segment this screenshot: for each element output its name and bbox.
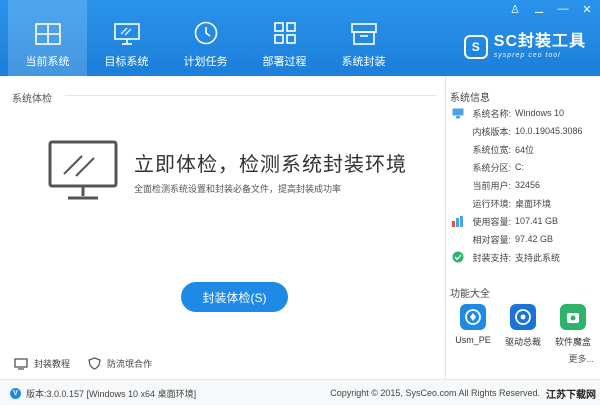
tab-label: 部署过程	[262, 56, 307, 68]
minimize-icon[interactable]: —	[556, 3, 570, 16]
windows-icon	[34, 23, 61, 45]
page-subtitle: 全面检测系统设置和封装必备文件，提高封装成功率	[134, 184, 342, 194]
main-tabs: 当前系统 目标系统 计划任务 部署过程 系统封装	[8, 0, 403, 76]
tab-current-system[interactable]: 当前系统	[8, 0, 87, 76]
monitor-illustration-icon	[48, 140, 118, 200]
system-check-button[interactable]: 封装体检(S)	[181, 282, 288, 312]
function-apps: Usm_PE 驱动总裁 软件魔盒	[455, 304, 591, 348]
close-icon[interactable]: ✕	[580, 3, 594, 16]
more-link[interactable]: 更多...	[568, 352, 594, 365]
functions-title: 功能大全	[450, 289, 490, 300]
version-info: V 版本:3.0.0.157 [Windows 10 x64 桌面环境]	[10, 387, 196, 400]
tab-label: 系统封装	[341, 56, 386, 68]
info-key: 系统位宽:	[472, 144, 511, 155]
info-value: 桌面环境	[515, 198, 552, 209]
info-row: 相对容量: 97.42 GB	[451, 230, 597, 248]
software-box-icon	[560, 304, 586, 330]
tab-label: 计划任务	[183, 56, 228, 68]
divider	[65, 95, 437, 96]
logo-subtitle: sysprep ceo tool	[493, 52, 561, 59]
info-key: 当前用户:	[472, 180, 511, 191]
skin-icon[interactable]: ⚊	[532, 3, 546, 16]
footer-links: 封装教程 防流氓合作	[14, 357, 152, 370]
tutorial-icon	[14, 357, 28, 370]
app-driver-president[interactable]: 驱动总裁	[505, 304, 541, 348]
info-key: 内核版本:	[472, 126, 511, 137]
section-label: 系统体检	[12, 94, 52, 105]
info-row: 当前用户: 32456	[451, 176, 597, 194]
tab-system-package[interactable]: 系统封装	[324, 0, 403, 76]
package-icon	[350, 23, 377, 45]
window-controls: ♙ ⚊ — ✕	[508, 3, 594, 16]
deploy-icon	[273, 22, 296, 44]
check-circle-icon	[452, 251, 464, 263]
tab-deploy-process[interactable]: 部署过程	[245, 0, 324, 76]
app-label: Usm_PE	[455, 335, 491, 345]
driver-icon	[510, 304, 536, 330]
info-value: 97.42 GB	[515, 234, 554, 244]
system-info-list: 系统名称: Windows 10 内核版本: 10.0.19045.3086 系…	[451, 104, 597, 266]
watermark-text: 江苏下载网	[546, 390, 596, 401]
info-value: 支持此系统	[515, 252, 561, 263]
info-row: 系统名称: Windows 10	[451, 104, 597, 122]
app-usm-pe[interactable]: Usm_PE	[455, 304, 491, 348]
link-label: 防流氓合作	[107, 359, 153, 369]
tab-scheduled-tasks[interactable]: 计划任务	[166, 0, 245, 76]
status-bar: V 版本:3.0.0.157 [Windows 10 x64 桌面环境] Cop…	[0, 379, 600, 405]
link-label: 封装教程	[34, 359, 71, 369]
system-info-panel: 系统信息 系统名称: Windows 10 内核版本: 10.0.19045.3…	[447, 76, 600, 379]
info-key: 使用容量:	[472, 216, 511, 227]
shield-icon	[88, 357, 101, 370]
info-key: 运行环境:	[472, 198, 511, 209]
info-key: 系统分区:	[472, 162, 511, 173]
system-check-panel: 系统体检 立即体检，检测系统封装环境 全面检测系统设置和封装必备文件，提高封装成…	[0, 76, 446, 379]
anti-rogue-link[interactable]: 防流氓合作	[88, 357, 152, 370]
bar-chart-icon	[452, 215, 463, 227]
version-icon: V	[10, 388, 21, 399]
monitor-icon	[452, 108, 464, 118]
logo-title: SC封装工具	[493, 33, 586, 50]
copyright-text: Copyright © 2015, SysCeo.com All Rights …	[330, 388, 540, 398]
side-title: 系统信息	[450, 93, 490, 104]
info-row: 系统分区: C:	[451, 158, 597, 176]
info-row: 封装支持: 支持此系统	[451, 248, 597, 266]
info-row: 内核版本: 10.0.19045.3086	[451, 122, 597, 140]
tutorial-link[interactable]: 封装教程	[14, 357, 70, 370]
page-title: 立即体检，检测系统封装环境	[134, 154, 407, 176]
app-software-box[interactable]: 软件魔盒	[555, 304, 591, 348]
info-row: 使用容量: 107.41 GB	[451, 212, 597, 230]
app-label: 软件魔盒	[555, 337, 592, 347]
info-value: 32456	[515, 180, 541, 190]
tab-label: 目标系统	[104, 56, 149, 68]
info-key: 系统名称:	[472, 108, 511, 119]
monitor-icon	[113, 23, 140, 45]
usm-pe-icon	[460, 304, 486, 330]
header-bar: ♙ ⚊ — ✕ 当前系统 目标系统 计划任务 部署过程 系统封装 S SC封装工…	[0, 0, 600, 76]
version-text: 版本:3.0.0.157 [Windows 10 x64 桌面环境]	[26, 389, 197, 399]
user-icon[interactable]: ♙	[508, 3, 522, 16]
info-key: 封装支持:	[472, 252, 511, 263]
info-row: 运行环境: 桌面环境	[451, 194, 597, 212]
logo-mark: S	[463, 34, 488, 59]
info-value: Windows 10	[515, 108, 565, 118]
app-label: 驱动总裁	[505, 337, 542, 347]
info-row: 系统位宽: 64位	[451, 140, 597, 158]
tab-label: 当前系统	[25, 56, 70, 68]
info-value: 107.41 GB	[515, 216, 559, 226]
tab-target-system[interactable]: 目标系统	[87, 0, 166, 76]
app-logo: S SC封装工具 sysprep ceo tool	[463, 33, 586, 59]
clock-icon	[194, 21, 217, 45]
info-key: 相对容量:	[472, 234, 511, 245]
info-value: C:	[515, 162, 524, 172]
info-value: 64位	[515, 144, 535, 155]
info-value: 10.0.19045.3086	[515, 126, 583, 136]
